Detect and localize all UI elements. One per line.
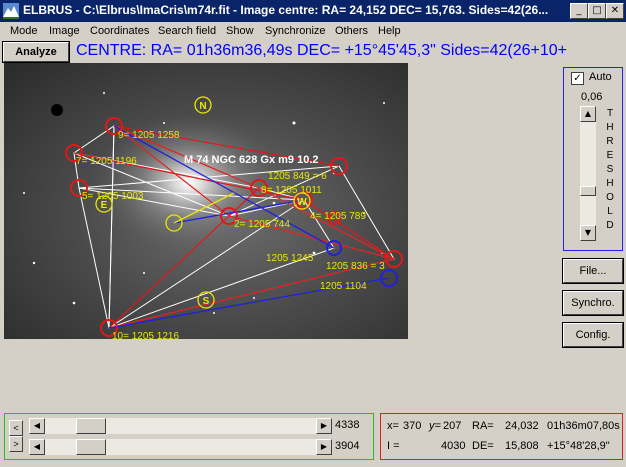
app-mountain-icon xyxy=(3,3,19,19)
de-dms: +15°48'28,9" xyxy=(547,440,610,452)
title-bar[interactable]: ELBRUS - C:\Elbrus\ImaCris\m74r.fit - Im… xyxy=(0,0,626,22)
compass-south: S xyxy=(203,296,210,307)
de-degrees: 15,808 xyxy=(505,440,539,452)
star-label: 1205 1245 xyxy=(266,253,314,264)
ra-label: RA= xyxy=(472,420,494,432)
threshold-letter: H xyxy=(606,122,614,133)
threshold-value: 0,06 xyxy=(581,91,603,103)
star-label: 1205 849 = 6 xyxy=(268,171,327,182)
threshold-letter: L xyxy=(607,206,613,217)
threshold-letter: H xyxy=(606,178,614,189)
slider-right-arrow-icon[interactable]: ▶ xyxy=(316,418,332,434)
y-label: y= xyxy=(429,420,441,432)
threshold-letter: R xyxy=(606,136,614,147)
x-value: 370 xyxy=(403,420,422,432)
menu-others[interactable]: Others xyxy=(335,25,368,37)
threshold-letter: D xyxy=(606,220,614,231)
star-label: 9= 1205 1258 xyxy=(118,130,180,141)
config-button[interactable]: Config. xyxy=(562,322,624,348)
threshold-slider[interactable]: ▲ ▼ xyxy=(580,106,596,241)
close-button[interactable]: ✕ xyxy=(606,3,624,19)
slider-left-arrow-icon[interactable]: ◀ xyxy=(29,439,45,455)
threshold-letter: E xyxy=(606,150,614,161)
centre-readout: CENTRE: RA= 01h36m36,49s DEC= +15°45'45,… xyxy=(76,42,567,59)
object-label: M 74 NGC 628 Gx m9 10.2 xyxy=(184,154,319,166)
sky-image[interactable]: N E W S M 74 NGC 628 Gx m9 10.2 9= 1205 … xyxy=(4,63,408,339)
threshold-letter: S xyxy=(606,164,614,175)
slider-left-arrow-icon[interactable]: ◀ xyxy=(29,418,45,434)
slider-down-arrow-icon[interactable]: ▼ xyxy=(580,225,596,241)
slider-1-thumb[interactable] xyxy=(76,418,106,434)
scroll-panel: < > ◀ ▶ 4338 ◀ ▶ 3904 xyxy=(4,413,374,460)
horizontal-slider-2[interactable]: ◀ ▶ xyxy=(29,439,332,455)
slider-2-thumb[interactable] xyxy=(76,439,106,455)
de-label: DE= xyxy=(472,440,494,452)
x-label: x= xyxy=(387,420,399,432)
nav-left-icon[interactable]: < xyxy=(9,420,23,436)
slider-2-value: 3904 xyxy=(335,440,360,452)
star-label: 5= 1205 1003 xyxy=(82,191,144,202)
menu-bar: Mode Image Coordinates Search field Show… xyxy=(0,22,626,41)
star-label: 4= 1205 789 xyxy=(310,211,366,222)
coordinates-status-panel: x= 370 y= 207 RA= 24,032 01h36m07,80s I … xyxy=(380,413,623,460)
menu-synchronize[interactable]: Synchronize xyxy=(265,25,326,37)
slider-1-value: 4338 xyxy=(335,419,360,431)
menu-image[interactable]: Image xyxy=(49,25,80,37)
dark-spot xyxy=(51,104,63,116)
auto-checkbox[interactable]: ✓ xyxy=(571,72,584,85)
menu-search-field[interactable]: Search field xyxy=(158,25,216,37)
ra-degrees: 24,032 xyxy=(505,420,539,432)
compass-west: W xyxy=(297,197,307,208)
menu-show[interactable]: Show xyxy=(226,25,254,37)
synchro-button[interactable]: Synchro. xyxy=(562,290,624,316)
threshold-slider-thumb[interactable] xyxy=(580,186,596,196)
star-label: 10= 1205 1216 xyxy=(112,331,179,339)
window-title: ELBRUS - C:\Elbrus\ImaCris\m74r.fit - Im… xyxy=(23,3,549,17)
sky-image-canvas[interactable]: N E W S M 74 NGC 628 Gx m9 10.2 9= 1205 … xyxy=(4,63,408,339)
threshold-panel: ✓ Auto 0,06 ▲ ▼ T H R E S H O L D xyxy=(563,67,623,251)
star-label: 2= 1205 744 xyxy=(234,219,290,230)
auto-label: Auto xyxy=(589,71,612,83)
slider-up-arrow-icon[interactable]: ▲ xyxy=(580,106,596,122)
ra-hms: 01h36m07,80s xyxy=(547,420,620,432)
file-button[interactable]: File... xyxy=(562,258,624,284)
minimize-button[interactable]: _ xyxy=(570,3,588,19)
maximize-button[interactable]: □ xyxy=(588,3,606,19)
slider-right-arrow-icon[interactable]: ▶ xyxy=(316,439,332,455)
intensity-label: I = xyxy=(387,440,400,452)
nav-right-icon[interactable]: > xyxy=(9,436,23,452)
horizontal-slider-1[interactable]: ◀ ▶ xyxy=(29,418,332,434)
menu-mode[interactable]: Mode xyxy=(10,25,38,37)
star-label: 8= 1205 1011 xyxy=(261,185,322,196)
threshold-letter: T xyxy=(606,108,614,119)
star-label: 7= 1205 1196 xyxy=(76,156,137,167)
compass-north: N xyxy=(199,101,206,112)
analyze-button[interactable]: Analyze xyxy=(2,41,70,63)
menu-coordinates[interactable]: Coordinates xyxy=(90,25,149,37)
star-label: 1205 1104 xyxy=(320,281,367,292)
menu-help[interactable]: Help xyxy=(378,25,401,37)
y-value: 207 xyxy=(443,420,462,432)
star-label: 1205 836 = 3 xyxy=(326,261,385,272)
threshold-letter: O xyxy=(606,192,614,203)
intensity-value: 4030 xyxy=(441,440,466,452)
